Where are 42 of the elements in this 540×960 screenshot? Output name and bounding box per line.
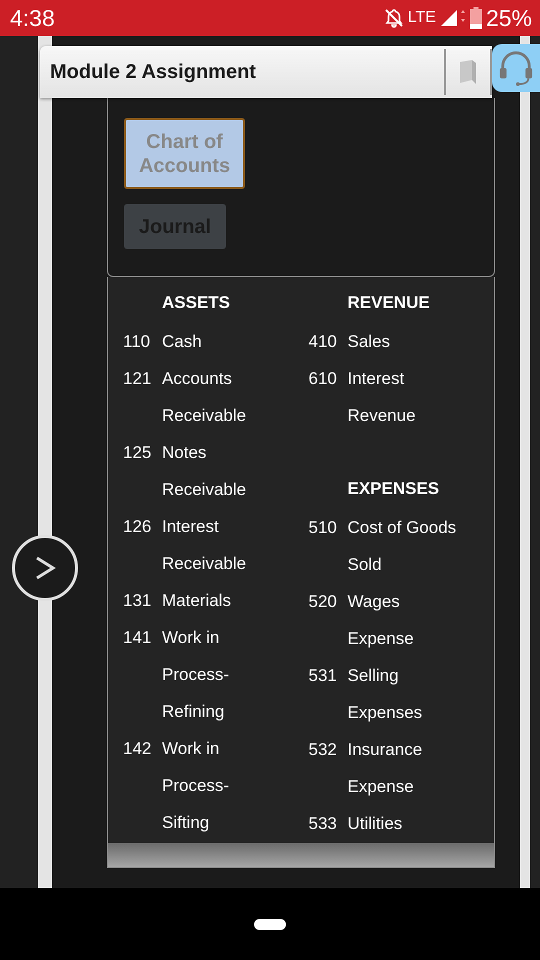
signal-icon <box>440 9 466 27</box>
account-name: Selling Expenses <box>348 665 424 724</box>
account-name: Utilities <box>348 813 404 835</box>
account-number: 126 <box>123 516 152 538</box>
network-type: LTE <box>408 8 436 28</box>
battery-percent: 25% <box>486 4 532 33</box>
account-name: Materials <box>162 590 232 612</box>
account-number: 531 <box>308 665 338 687</box>
bell-off-icon <box>384 8 404 28</box>
account-name: Insurance Expense <box>348 739 424 798</box>
account-number: 410 <box>308 331 338 353</box>
account-number: 110 <box>123 331 152 353</box>
section-heading: REVENUE <box>348 292 431 314</box>
clock-time: 4:38 <box>10 4 55 33</box>
chevron-right-icon <box>34 555 56 581</box>
headset-icon[interactable] <box>492 44 540 92</box>
account-name: Interest Revenue <box>348 368 417 427</box>
account-name: Notes Receivable <box>162 442 248 501</box>
account-number: 125 <box>123 442 152 464</box>
account-number: 532 <box>308 739 338 761</box>
home-handle[interactable] <box>254 918 286 930</box>
account-name: Accounts Receivable <box>162 368 248 427</box>
account-number: 141 <box>123 627 152 649</box>
account-name: Cash <box>162 331 203 353</box>
account-number: 131 <box>123 590 152 612</box>
account-number: 533 <box>308 813 338 835</box>
account-name: Work in Process-Sifting <box>162 738 230 834</box>
account-name: Work in Process-Refining <box>162 627 230 723</box>
account-number: 610 <box>308 368 338 390</box>
view-tab[interactable]: Chart of Accounts <box>124 118 245 189</box>
section-heading: EXPENSES <box>348 478 440 500</box>
section-heading: ASSETS <box>162 292 232 314</box>
account-number: 510 <box>308 517 338 539</box>
account-name: Wages Expense <box>348 591 415 650</box>
page-title: Module 2 Assignment <box>49 60 256 85</box>
account-number: 142 <box>123 738 152 760</box>
account-number: 121 <box>123 368 152 390</box>
battery-icon <box>470 7 482 29</box>
account-name: Sales <box>348 331 392 353</box>
account-name: Cost of Goods Sold <box>348 517 458 576</box>
account-number: 520 <box>308 591 338 613</box>
account-name: Interest Receivable <box>162 516 248 575</box>
